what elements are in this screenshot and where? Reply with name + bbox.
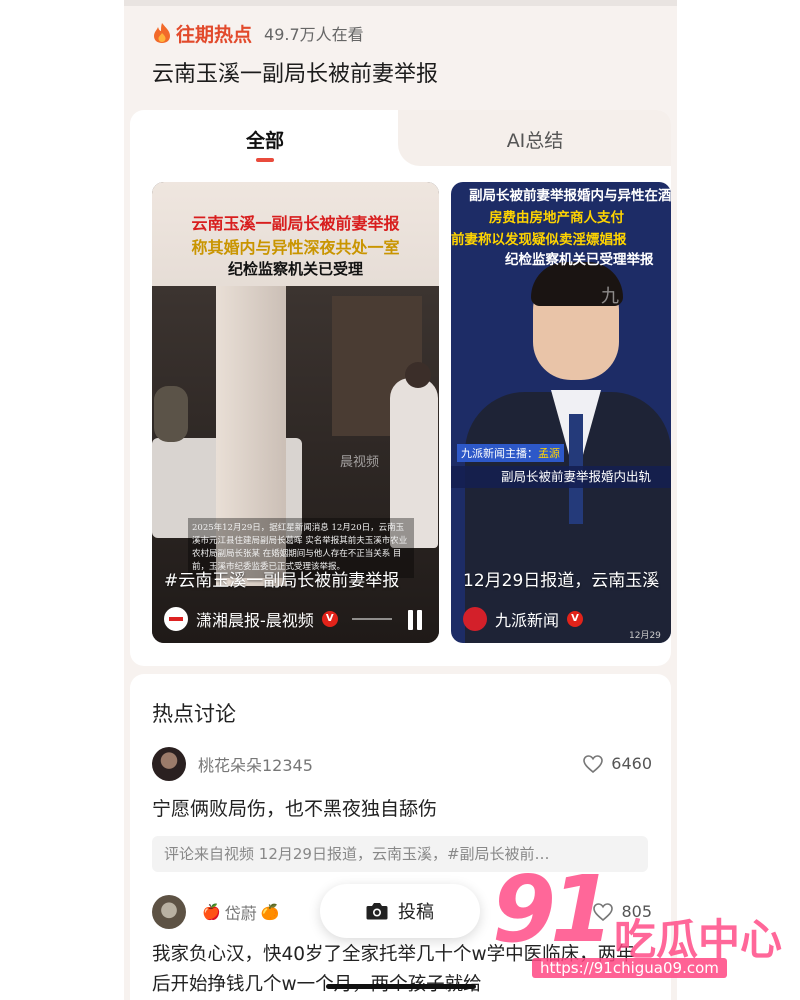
banner-line: 纪检监察机关已受理 xyxy=(227,260,363,278)
tab-all[interactable]: 全部 xyxy=(210,126,320,153)
banner-line: 云南玉溪一副局长被前妻举报 xyxy=(191,214,400,233)
channel-logo: 九 xyxy=(601,286,619,307)
comment-text: 宁愿俩败局伤，也不黑夜独自舔伤 xyxy=(152,798,438,820)
section-title: 热点讨论 xyxy=(152,702,236,726)
anchor-tag-label: 九派新闻主播： xyxy=(461,447,538,460)
banner-line: 纪检监察机关已受理举报 xyxy=(505,252,654,268)
status-strip xyxy=(124,0,677,6)
watermark-url: https://91chigua09.com xyxy=(532,958,727,978)
video-date: 12月29 xyxy=(629,631,661,641)
comment-header: 桃花朵朵12345 6460 xyxy=(152,746,652,782)
post-label: 投稿 xyxy=(398,902,434,923)
video-item-2[interactable]: 副局长被前妻举报婚内与异性在酒 房费由房地产商人支付 前妻称以发现疑似卖淫嫖娼报… xyxy=(451,182,671,643)
hot-topic-header: 往期热点 49.7万人在看 xyxy=(152,18,364,48)
banner-line: 前妻称以发现疑似卖淫嫖娼报 xyxy=(451,232,627,248)
source-name: 九派新闻 xyxy=(495,611,560,630)
video-source: 潇湘晨报-晨视频 V xyxy=(164,606,338,632)
post-button[interactable]: 投稿 xyxy=(320,884,480,938)
lower-third: 副局长被前妻举报婚内出轨 xyxy=(451,466,671,488)
topic-title: 云南玉溪一副局长被前妻举报 xyxy=(152,62,439,87)
username[interactable]: 岱蔚 xyxy=(225,900,257,924)
tab-ai-summary[interactable]: AI总结 xyxy=(480,126,590,153)
active-tab-indicator xyxy=(256,158,274,162)
video-caption: #云南玉溪一副局长被前妻举报 xyxy=(164,571,400,591)
anchor-name: 孟源 xyxy=(538,447,560,460)
watermark-number: 91 xyxy=(492,856,614,963)
pause-icon[interactable] xyxy=(406,610,424,630)
source-avatar xyxy=(164,607,188,631)
video-banner: 云南玉溪一副局长被前妻举报 称其婚内与异性深夜共处一室 纪检监察机关已受理 xyxy=(152,182,439,286)
blurred-face xyxy=(405,362,431,388)
avatar[interactable] xyxy=(152,895,186,929)
verified-icon: V xyxy=(567,611,584,627)
like-count: 6460 xyxy=(611,754,652,773)
video-source: 九派新闻 V xyxy=(463,606,584,632)
orange-emoji: 🍊 xyxy=(260,903,280,921)
camera-icon xyxy=(366,903,388,920)
anchor-tag: 九派新闻主播：孟源 xyxy=(457,444,564,462)
video-progress[interactable] xyxy=(352,618,392,620)
tab-bar: 全部 AI总结 xyxy=(130,110,671,166)
like-button[interactable]: 6460 xyxy=(583,754,652,773)
banner-line: 称其婚内与异性深夜共处一室 xyxy=(191,238,400,257)
site-watermark: 91 吃瓜中心 https://91chigua09.com xyxy=(486,856,796,990)
video-card: 全部 AI总结 云南玉溪一副局长被前妻举报 称其婚内与异性深夜共处一室 纪检监察… xyxy=(130,110,671,666)
verified-icon: V xyxy=(321,611,338,627)
source-avatar xyxy=(463,607,487,631)
source-name: 潇湘晨报-晨视频 xyxy=(196,611,314,630)
scene-person xyxy=(154,386,188,442)
hot-label: 往期热点 xyxy=(176,23,253,46)
heart-icon xyxy=(583,754,604,773)
channel-watermark: 晨视频 xyxy=(340,455,380,470)
video-item-1[interactable]: 云南玉溪一副局长被前妻举报 称其婚内与异性深夜共处一室 纪检监察机关已受理 晨视… xyxy=(152,182,439,643)
video-caption: 12月29日报道，云南玉溪 xyxy=(463,571,660,591)
phone-screen: 往期热点 49.7万人在看 云南玉溪一副局长被前妻举报 全部 AI总结 云南玉溪… xyxy=(124,0,677,1000)
username[interactable]: 桃花朵朵12345 xyxy=(198,752,313,776)
apple-emoji: 🍎 xyxy=(202,903,221,921)
home-indicator[interactable] xyxy=(326,984,476,989)
comment-source-label: 评论来自视频 xyxy=(164,845,255,863)
flame-icon xyxy=(154,23,170,43)
avatar[interactable] xyxy=(152,747,186,781)
video-banner: 副局长被前妻举报婚内与异性在酒 房费由房地产商人支付 前妻称以发现疑似卖淫嫖娼报… xyxy=(451,182,671,268)
viewer-count: 49.7万人在看 xyxy=(264,25,364,44)
banner-line: 副局长被前妻举报婚内与异性在酒 xyxy=(469,188,671,204)
banner-line: 房费由房地产商人支付 xyxy=(489,210,624,226)
